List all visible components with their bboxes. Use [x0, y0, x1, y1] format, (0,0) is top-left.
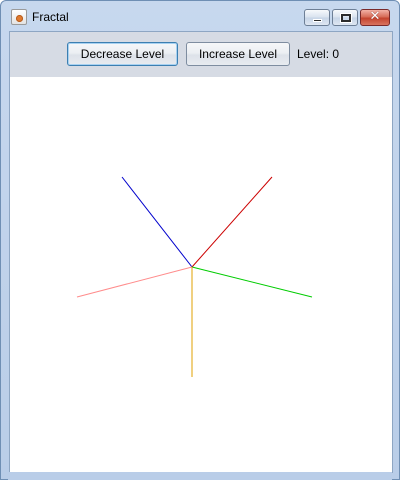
level-label: Level: 0: [297, 47, 340, 61]
branch-upper-left: [121, 176, 193, 268]
close-button[interactable]: ✕: [360, 9, 390, 26]
window-bottom-border: [8, 472, 392, 480]
content-pane: Decrease Level Increase Level Level: 0: [9, 31, 393, 473]
fractal-window: Fractal ✕ Decrease Level Increase Level …: [0, 0, 400, 480]
window-controls: ✕: [304, 9, 390, 26]
maximize-icon: [341, 14, 351, 22]
minimize-icon: [313, 19, 322, 22]
close-icon: ✕: [369, 9, 381, 24]
window-title: Fractal: [32, 10, 69, 24]
fractal-canvas: [10, 77, 392, 473]
minimize-button[interactable]: [304, 9, 330, 26]
branch-right: [191, 266, 313, 298]
decrease-level-button[interactable]: Decrease Level: [67, 42, 178, 66]
toolbar: Decrease Level Increase Level Level: 0: [10, 32, 392, 77]
maximize-button[interactable]: [332, 9, 358, 26]
branch-left: [76, 266, 193, 298]
increase-level-button[interactable]: Increase Level: [186, 42, 290, 66]
java-icon[interactable]: [11, 9, 27, 25]
fractal-drawing: [76, 176, 313, 377]
title-bar[interactable]: Fractal ✕: [1, 1, 399, 31]
branch-upper-right: [191, 176, 273, 268]
